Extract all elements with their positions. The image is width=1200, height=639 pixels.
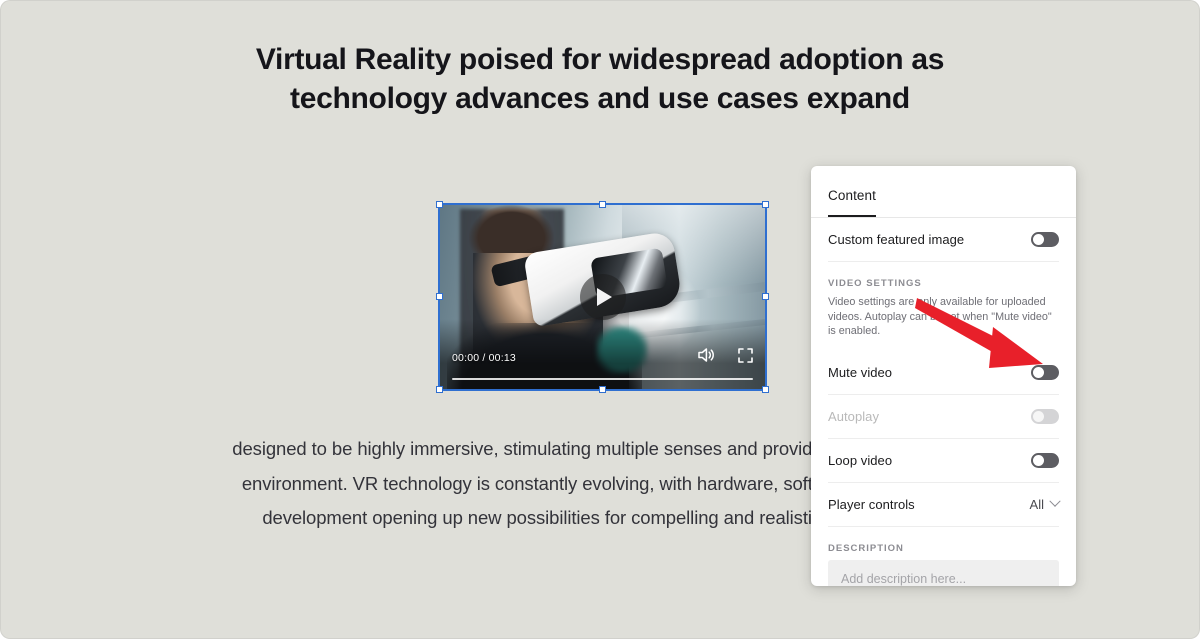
- play-icon[interactable]: [579, 274, 626, 320]
- video-settings-section-label: VIDEO SETTINGS: [828, 278, 922, 289]
- video-player[interactable]: 00:00 / 00:13: [438, 203, 767, 391]
- tab-content[interactable]: Content: [828, 188, 876, 217]
- autoplay-toggle: [1031, 408, 1059, 424]
- page-title: Virtual Reality poised for widespread ad…: [255, 43, 945, 115]
- volume-icon[interactable]: [697, 347, 716, 368]
- mute-video-label: Mute video: [828, 364, 893, 380]
- player-controls-select[interactable]: All: [1029, 495, 1061, 512]
- video-progress-bar[interactable]: [452, 377, 753, 380]
- panel-body: Custom featured image VIDEO SETTINGS Vid…: [811, 218, 1076, 586]
- custom-featured-image-toggle[interactable]: [1031, 232, 1059, 247]
- fullscreen-icon[interactable]: [738, 347, 753, 368]
- resize-handle-middle-right[interactable]: [762, 293, 769, 300]
- resize-handle-top-right[interactable]: [762, 201, 769, 208]
- loop-video-toggle[interactable]: [1031, 452, 1059, 468]
- video-controls-bar: 00:00 / 00:13: [440, 343, 765, 389]
- row-loop-video[interactable]: Loop video: [828, 439, 1059, 483]
- row-mute-video[interactable]: Mute video: [828, 351, 1059, 395]
- mute-video-toggle[interactable]: [1031, 364, 1059, 380]
- row-autoplay: Autoplay: [828, 395, 1059, 439]
- loop-video-label: Loop video: [828, 452, 893, 468]
- row-player-controls[interactable]: Player controls All: [828, 483, 1061, 527]
- player-controls-label: Player controls: [828, 496, 915, 512]
- resize-handle-bottom-right[interactable]: [762, 386, 769, 393]
- player-controls-value: All: [1029, 496, 1044, 512]
- video-timecode: 00:00 / 00:13: [452, 351, 516, 364]
- app-canvas: Virtual Reality poised for widespread ad…: [0, 0, 1200, 639]
- description-input[interactable]: Add description here...: [828, 559, 1059, 586]
- video-settings-helper-text: Video settings are only available for up…: [828, 296, 1052, 337]
- resize-handle-middle-left[interactable]: [436, 293, 443, 300]
- custom-featured-image-label: Custom featured image: [828, 232, 965, 247]
- resize-handle-top-left[interactable]: [436, 201, 443, 208]
- resize-handle-top-center[interactable]: [598, 201, 606, 208]
- autoplay-label: Autoplay: [828, 408, 879, 424]
- chevron-down-icon: [1049, 495, 1061, 507]
- resize-handle-bottom-left[interactable]: [436, 386, 443, 393]
- panel-tabbar: Content: [811, 166, 1076, 218]
- content-settings-panel: Content Custom featured image VIDEO SETT…: [811, 166, 1076, 586]
- video-block[interactable]: 00:00 / 00:13: [436, 201, 769, 393]
- row-custom-featured-image[interactable]: Custom featured image: [828, 218, 1059, 262]
- resize-handle-bottom-center[interactable]: [598, 386, 606, 393]
- description-section-label: DESCRIPTION: [828, 542, 904, 554]
